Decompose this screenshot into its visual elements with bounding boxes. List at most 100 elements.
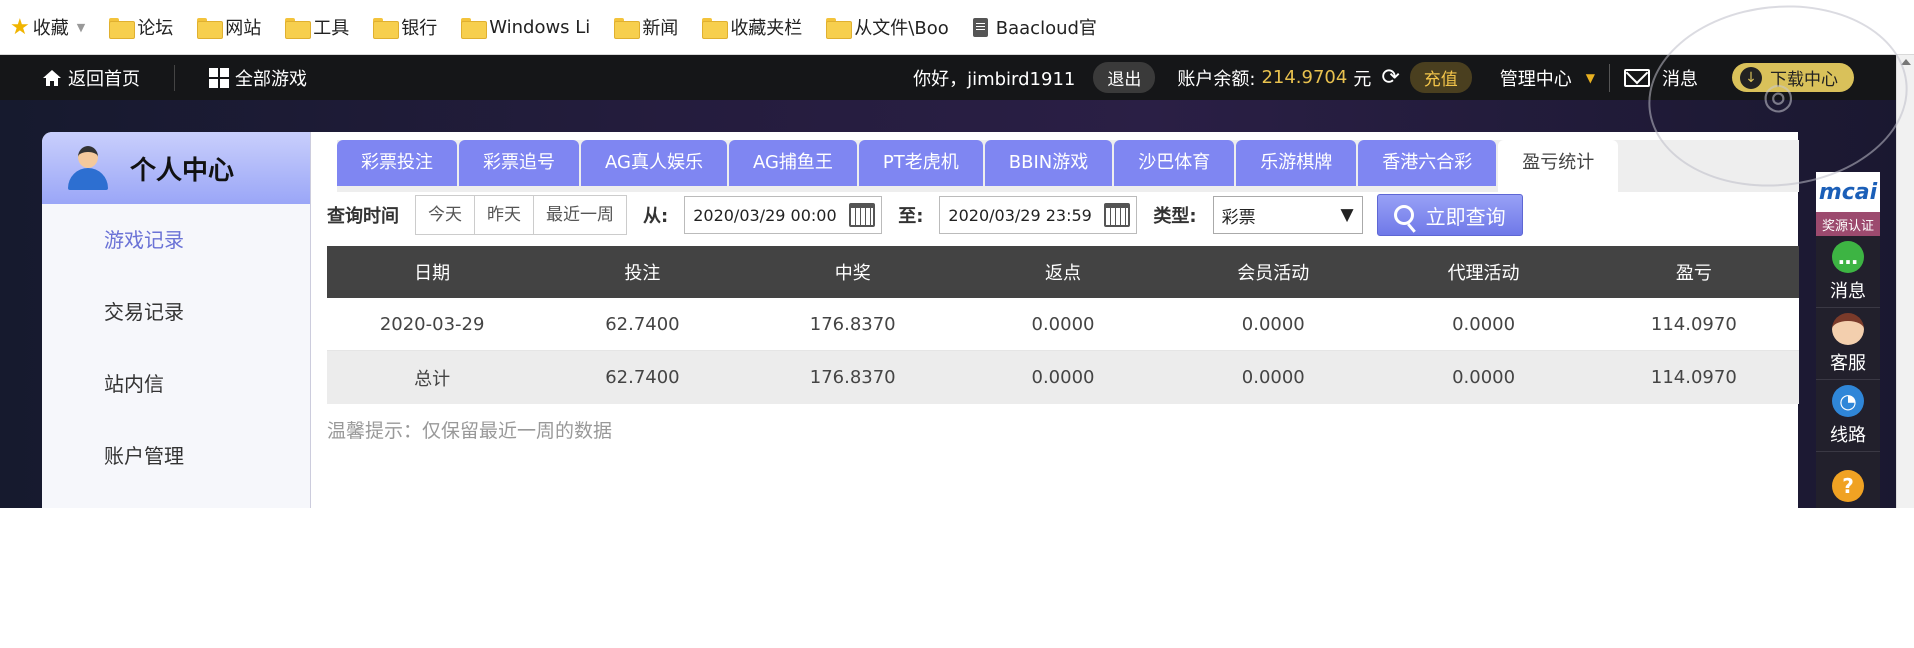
bookmark-folder[interactable]: 新闻 bbox=[614, 12, 678, 42]
to-date-input[interactable]: 2020/03/29 23:59 bbox=[939, 196, 1138, 234]
avatar-icon bbox=[68, 146, 108, 190]
table-row-total: 总计 62.7400 176.8370 0.0000 0.0000 0.0000… bbox=[327, 351, 1799, 404]
certification-badge[interactable]: 奖源认证 bbox=[1816, 212, 1880, 236]
balance-unit: 元 bbox=[1353, 68, 1372, 90]
divider bbox=[1609, 63, 1610, 92]
folder-icon bbox=[285, 17, 312, 39]
stats-table: 日期 投注 中奖 返点 会员活动 代理活动 盈亏 2020-03-29 62.7… bbox=[327, 246, 1799, 404]
tab-lottery-chase[interactable]: 彩票追号 bbox=[459, 140, 579, 186]
tab-pt-slots[interactable]: PT老虎机 bbox=[858, 140, 983, 186]
bookmark-folder[interactable]: 从文件\Boo bbox=[826, 12, 949, 42]
bookmark-label: Baacloud官 bbox=[995, 18, 1097, 39]
balance-label: 账户余额: bbox=[1177, 68, 1256, 90]
table-cell: 176.8370 bbox=[809, 313, 896, 335]
bookmark-folder[interactable]: 论坛 bbox=[109, 12, 173, 42]
type-label: 类型: bbox=[1153, 206, 1197, 227]
logout-button[interactable]: 退出 bbox=[1093, 62, 1156, 93]
type-select[interactable]: 彩票 ▼ bbox=[1212, 196, 1363, 234]
chevron-down-icon[interactable]: ▼ bbox=[77, 21, 85, 34]
table-cell: 0.0000 bbox=[1452, 313, 1516, 335]
quick-range-group: 今天 昨天 最近一周 bbox=[415, 195, 627, 235]
bookmark-folder[interactable]: Windows Li bbox=[461, 12, 590, 42]
balance-value: 214.9704 bbox=[1261, 67, 1348, 88]
top-nav: 返回首页 全部游戏 你好，jimbird1911 退出 账户余额: 214.97… bbox=[0, 55, 1914, 100]
search-button[interactable]: 立即查询 bbox=[1376, 194, 1523, 236]
from-date-input[interactable]: 2020/03/29 00:00 bbox=[684, 196, 883, 234]
support-agent-icon bbox=[1832, 312, 1864, 345]
tab-lottery-bets[interactable]: 彩票投注 bbox=[337, 140, 457, 186]
column-header: 日期 bbox=[414, 263, 451, 284]
bookmark-favorites[interactable]: ★ 收藏 ▼ bbox=[10, 12, 85, 42]
to-label: 至: bbox=[898, 206, 924, 227]
float-messages-button[interactable]: … 消息 bbox=[1816, 236, 1880, 308]
folder-icon bbox=[373, 17, 400, 39]
bookmark-folder[interactable]: 收藏夹栏 bbox=[702, 12, 802, 42]
sidebar: 个人中心 游戏记录 交易记录 站内信 账户管理 bbox=[42, 132, 310, 508]
page-scrollbar[interactable] bbox=[1896, 55, 1914, 508]
refresh-icon[interactable]: ⟳ bbox=[1381, 65, 1399, 90]
column-header: 代理活动 bbox=[1447, 263, 1520, 284]
search-icon bbox=[1393, 205, 1414, 225]
tab-profit-stats[interactable]: 盈亏统计 bbox=[1498, 140, 1619, 192]
table-cell: 2020-03-29 bbox=[379, 313, 485, 335]
all-games-label: 全部游戏 bbox=[235, 68, 307, 90]
float-support-button[interactable]: 客服 bbox=[1816, 308, 1880, 380]
home-link[interactable]: 返回首页 bbox=[42, 65, 140, 91]
float-item-label: 客服 bbox=[1830, 352, 1866, 374]
tab-ag-live[interactable]: AG真人娱乐 bbox=[581, 140, 727, 186]
scroll-up-icon[interactable] bbox=[1901, 59, 1911, 65]
tab-hk-mark-six[interactable]: 香港六合彩 bbox=[1358, 140, 1497, 186]
table-cell: 62.7400 bbox=[605, 313, 680, 335]
bookmark-folder[interactable]: 工具 bbox=[285, 12, 349, 42]
management-menu[interactable]: 管理中心 ▼ bbox=[1500, 65, 1595, 91]
download-label: 下载中心 bbox=[1770, 70, 1838, 90]
table-cell: 0.0000 bbox=[1241, 313, 1305, 335]
download-icon: ↓ bbox=[1740, 66, 1762, 89]
user-greeting: 你好，jimbird1911 bbox=[913, 68, 1076, 90]
range-today-button[interactable]: 今天 bbox=[416, 196, 475, 234]
tab-bbin[interactable]: BBIN游戏 bbox=[984, 140, 1113, 186]
tab-saba-sports[interactable]: 沙巴体育 bbox=[1114, 140, 1235, 186]
from-label: 从: bbox=[643, 206, 669, 227]
column-header: 投注 bbox=[624, 263, 661, 284]
range-yesterday-button[interactable]: 昨天 bbox=[475, 196, 534, 234]
download-center-button[interactable]: ↓ 下载中心 bbox=[1732, 63, 1854, 92]
bookmark-folder[interactable]: 银行 bbox=[373, 12, 437, 42]
bookmark-label: 新闻 bbox=[642, 18, 679, 39]
table-cell: 114.0970 bbox=[1650, 367, 1737, 388]
table-cell: 114.0970 bbox=[1650, 313, 1737, 335]
float-route-button[interactable]: ◔ 线路 bbox=[1816, 380, 1880, 452]
sidebar-item-game-records[interactable]: 游戏记录 bbox=[42, 204, 310, 276]
chevron-down-icon: ▼ bbox=[1585, 70, 1595, 85]
table-cell: 0.0000 bbox=[1452, 367, 1516, 388]
folder-icon bbox=[197, 17, 224, 39]
star-icon: ★ bbox=[10, 14, 30, 40]
messages-link[interactable]: 消息 bbox=[1624, 65, 1698, 91]
to-date-value: 2020/03/29 23:59 bbox=[948, 205, 1092, 225]
sidebar-item-transactions[interactable]: 交易记录 bbox=[42, 276, 310, 348]
table-cell: 总计 bbox=[414, 368, 451, 390]
float-item-label: 消息 bbox=[1830, 280, 1866, 302]
bookmark-folder[interactable]: 网站 bbox=[197, 12, 261, 42]
from-date-value: 2020/03/29 00:00 bbox=[693, 205, 837, 225]
recharge-button[interactable]: 充值 bbox=[1409, 62, 1472, 93]
sidebar-item-inbox[interactable]: 站内信 bbox=[42, 348, 310, 420]
bookmark-label: 工具 bbox=[313, 18, 350, 39]
help-icon: ? bbox=[1832, 469, 1864, 502]
search-button-label: 立即查询 bbox=[1425, 204, 1506, 229]
bookmark-label: 收藏 bbox=[32, 18, 69, 39]
sidebar-item-account[interactable]: 账户管理 bbox=[42, 420, 310, 492]
range-week-button[interactable]: 最近一周 bbox=[534, 196, 626, 234]
table-cell: 176.8370 bbox=[809, 367, 896, 388]
table-row: 2020-03-29 62.7400 176.8370 0.0000 0.000… bbox=[327, 298, 1799, 351]
mcai-logo: mcai bbox=[1816, 172, 1880, 212]
all-games-link[interactable]: 全部游戏 bbox=[209, 65, 307, 91]
grid-icon bbox=[209, 67, 229, 88]
float-help-button[interactable]: ? bbox=[1816, 452, 1880, 508]
tab-leyou-chess[interactable]: 乐游棋牌 bbox=[1236, 140, 1357, 186]
calendar-icon[interactable] bbox=[849, 203, 876, 227]
bookmark-page[interactable]: Baacloud官 bbox=[972, 12, 1097, 42]
bookmark-label: 银行 bbox=[401, 18, 438, 39]
tab-ag-fishing[interactable]: AG捕鱼王 bbox=[728, 140, 857, 186]
calendar-icon[interactable] bbox=[1104, 203, 1131, 227]
